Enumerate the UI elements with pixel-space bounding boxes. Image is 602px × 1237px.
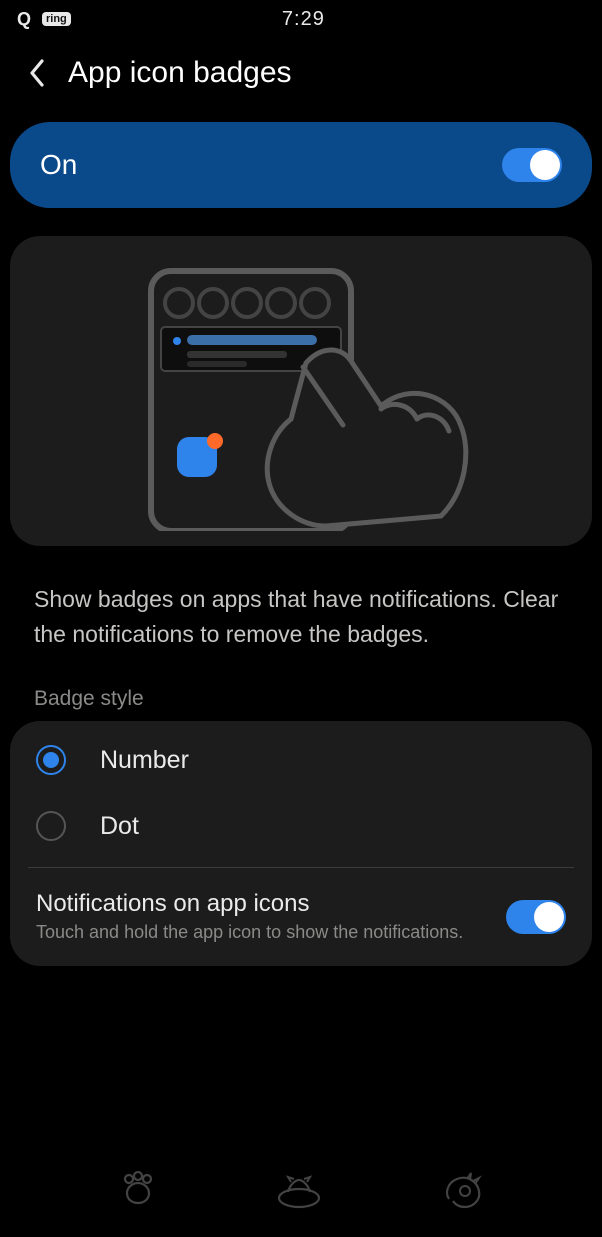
page-title: App icon badges <box>68 56 292 90</box>
status-bar: Q ring 7:29 <box>0 0 602 38</box>
description-text: Show badges on apps that have notificati… <box>10 570 592 679</box>
badge-style-option-dot[interactable]: Dot <box>10 793 592 859</box>
divider <box>28 867 574 868</box>
back-button[interactable] <box>22 58 52 88</box>
nav-cat-curl-icon[interactable] <box>439 1169 485 1216</box>
master-toggle-switch[interactable] <box>502 148 562 182</box>
notifications-on-app-icons-switch[interactable] <box>506 900 566 934</box>
status-q-icon: Q <box>14 9 34 29</box>
badge-style-label: Badge style <box>10 679 592 721</box>
status-ring-icon: ring <box>42 12 71 26</box>
radio-label: Dot <box>100 812 139 841</box>
nav-cat-sleep-icon[interactable] <box>274 1170 324 1215</box>
notifications-on-app-icons-row[interactable]: Notifications on app icons Touch and hol… <box>10 876 592 966</box>
illustration-preview <box>10 236 592 546</box>
chevron-left-icon <box>28 59 46 87</box>
radio-selected-icon <box>36 745 66 775</box>
badge-style-card: Number Dot Notifications on app icons To… <box>10 721 592 966</box>
radio-label: Number <box>100 746 189 775</box>
badge-illustration-icon <box>91 251 511 531</box>
setting-title: Notifications on app icons <box>36 890 490 918</box>
nav-paw-icon[interactable] <box>117 1169 159 1216</box>
bottom-nav <box>0 1157 602 1237</box>
radio-unselected-icon <box>36 811 66 841</box>
setting-subtitle: Touch and hold the app icon to show the … <box>36 920 490 944</box>
master-toggle-row[interactable]: On <box>10 122 592 208</box>
badge-style-option-number[interactable]: Number <box>10 727 592 793</box>
master-toggle-label: On <box>40 149 502 181</box>
status-time: 7:29 <box>71 8 536 31</box>
